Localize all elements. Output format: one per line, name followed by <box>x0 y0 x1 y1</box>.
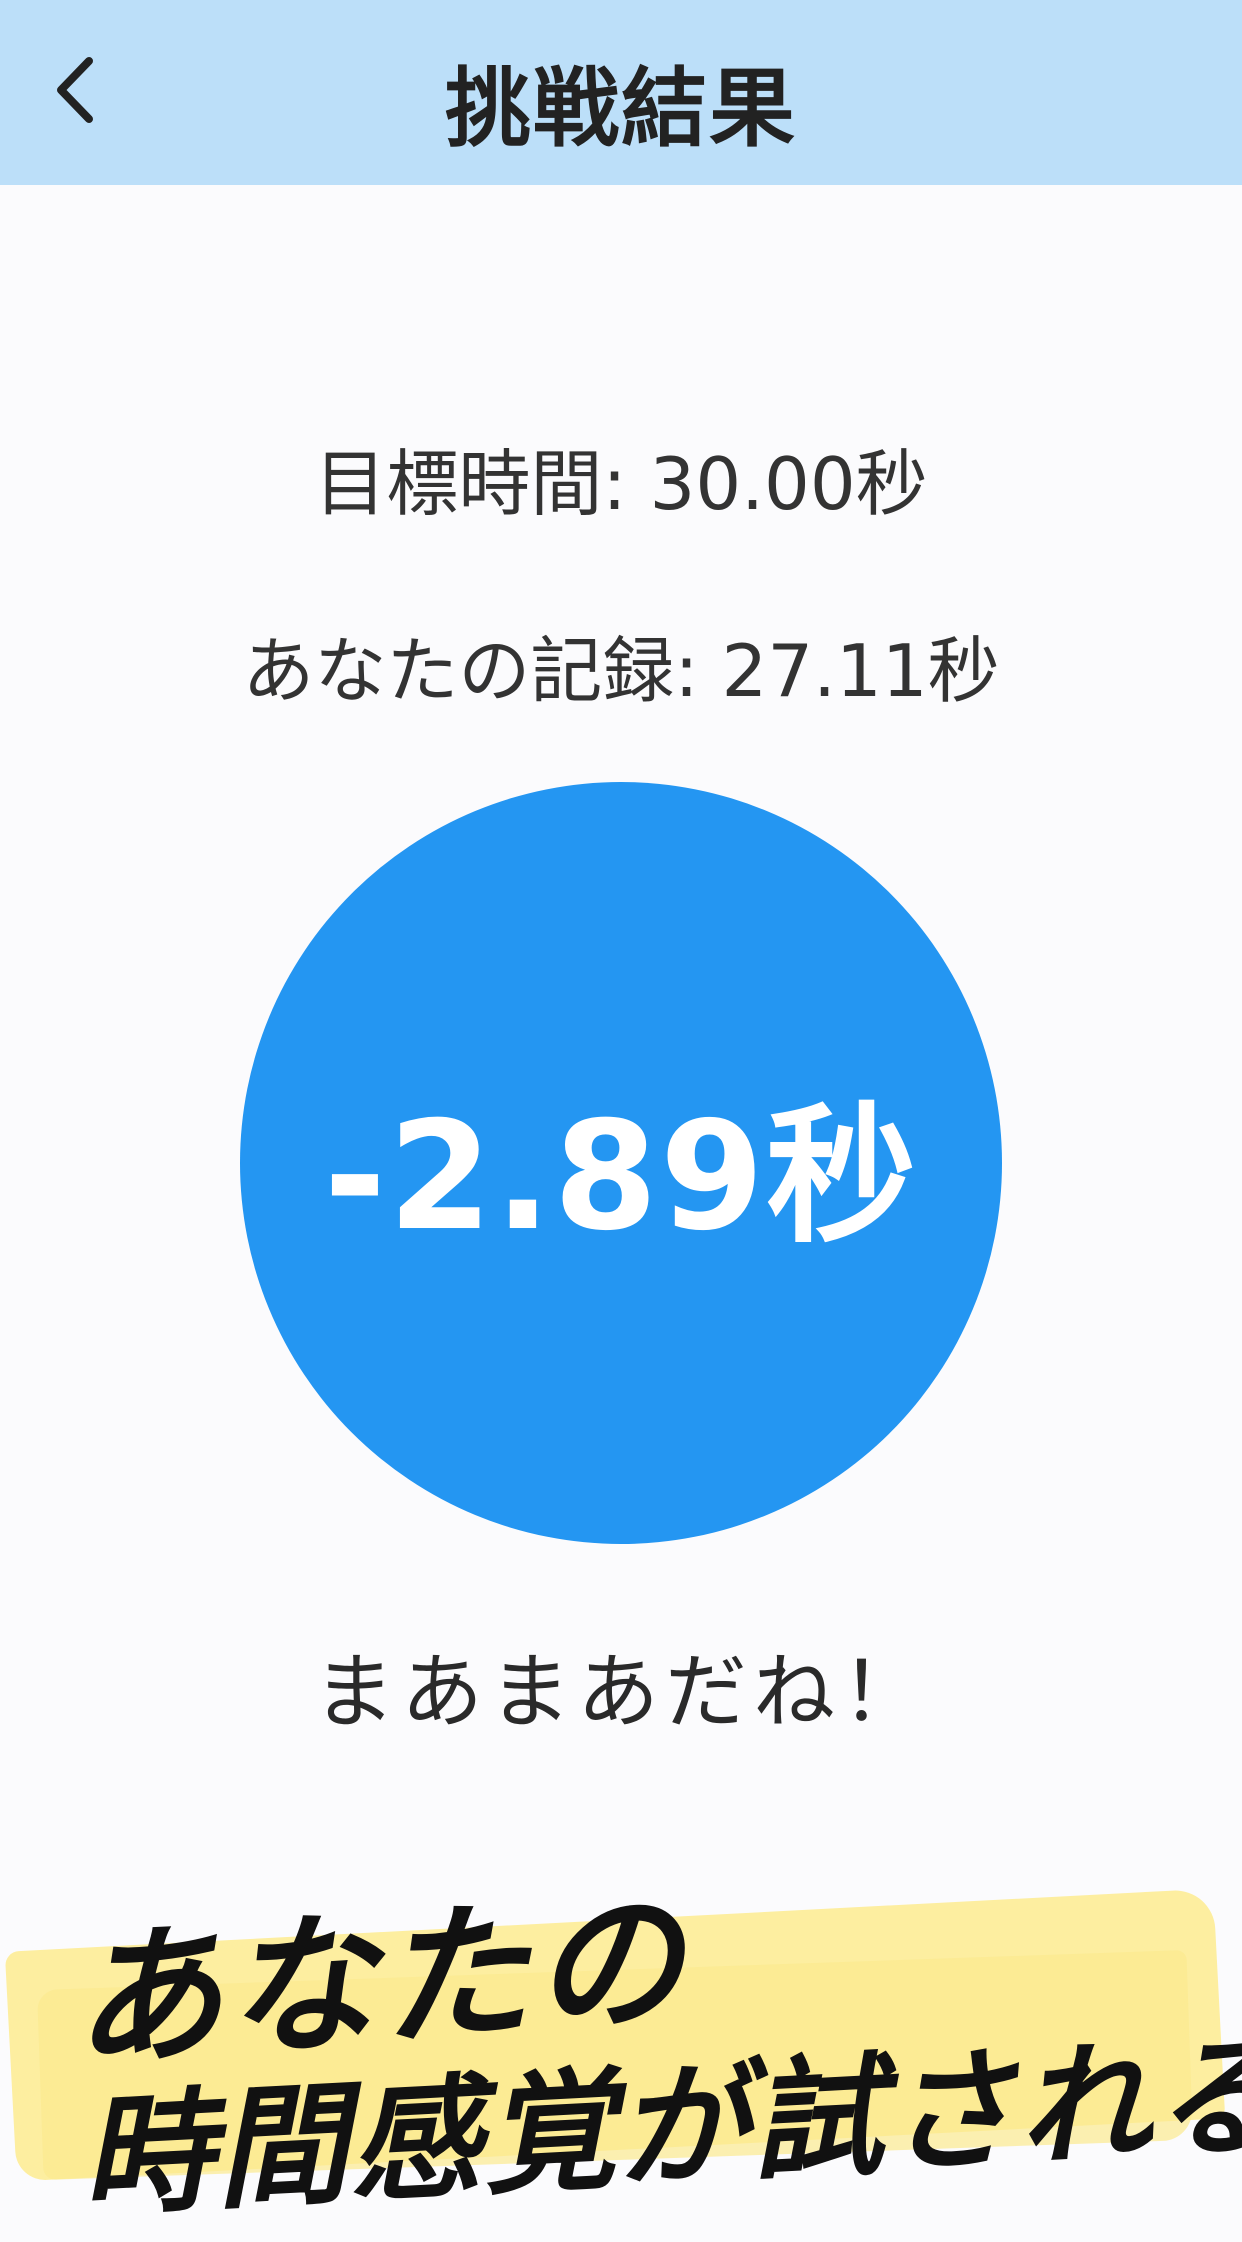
navigation-bar: 挑戦結果 <box>0 0 1242 185</box>
promo-banner: あなたの 時間感覚が試される <box>0 1840 1242 2235</box>
page-title: 挑戦結果 <box>445 59 797 159</box>
target-time-text: 目標時間: 30.00秒 <box>314 442 928 526</box>
time-difference: -2.89秒 <box>323 1089 919 1264</box>
your-record-text: あなたの記録: 27.11秒 <box>242 629 1000 713</box>
result-message: まあまあだね！ <box>312 1645 929 1740</box>
result-circle: -2.89秒 <box>240 782 1002 1544</box>
